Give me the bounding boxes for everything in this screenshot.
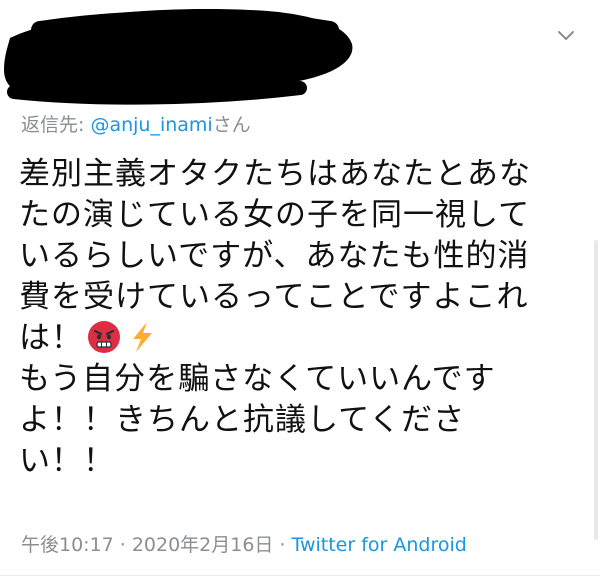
tweet-meta: 午後10:17 · 2020年2月16日 · Twitter for Android	[21, 530, 467, 557]
tweet-line-text: は！	[19, 320, 83, 356]
tweet-line: もう自分を騙さなくていいんです	[19, 361, 496, 397]
tweet-line: 差別主義オタクたちはあなたとあな	[19, 156, 531, 192]
tweet-source-link[interactable]: Twitter for Android	[291, 534, 466, 556]
reply-to-line: 返信先: @anju_inamiさん	[21, 110, 251, 137]
meta-separator: ·	[119, 534, 126, 556]
reply-mention-link[interactable]: @anju_inami	[90, 114, 212, 136]
reply-to-suffix: さん	[212, 114, 251, 136]
chevron-down-icon	[558, 31, 574, 40]
tweet-line: いるらしいですが、あなたも性的消	[19, 238, 530, 274]
tweet-line: い！！	[19, 443, 115, 479]
more-options-button[interactable]	[552, 22, 580, 50]
lightning-icon	[125, 320, 159, 354]
redacted-author-scribble	[4, 9, 353, 105]
tweet-text: 差別主義オタクたちはあなたとあな たの演じている女の子を同一視して いるらしいで…	[19, 154, 579, 482]
divider	[0, 575, 600, 576]
reply-to-prefix: 返信先:	[21, 114, 91, 136]
meta-separator: ·	[279, 534, 286, 556]
tweet-line-with-emoji: は！	[19, 318, 579, 359]
tweet-line: たの演じている女の子を同一視して	[19, 197, 531, 233]
scrollbar[interactable]	[594, 240, 598, 540]
angry-face-icon	[87, 320, 121, 354]
tweet-time[interactable]: 午後10:17	[21, 534, 114, 556]
tweet-line: 費を受けているってことですよこれ	[19, 279, 529, 315]
tweet-line: よ！！きちんと抗議してくださ	[19, 402, 466, 438]
tweet-card: 返信先: @anju_inamiさん 差別主義オタクたちはあなたとあな たの演じ…	[0, 0, 600, 583]
tweet-date[interactable]: 2020年2月16日	[132, 534, 274, 556]
